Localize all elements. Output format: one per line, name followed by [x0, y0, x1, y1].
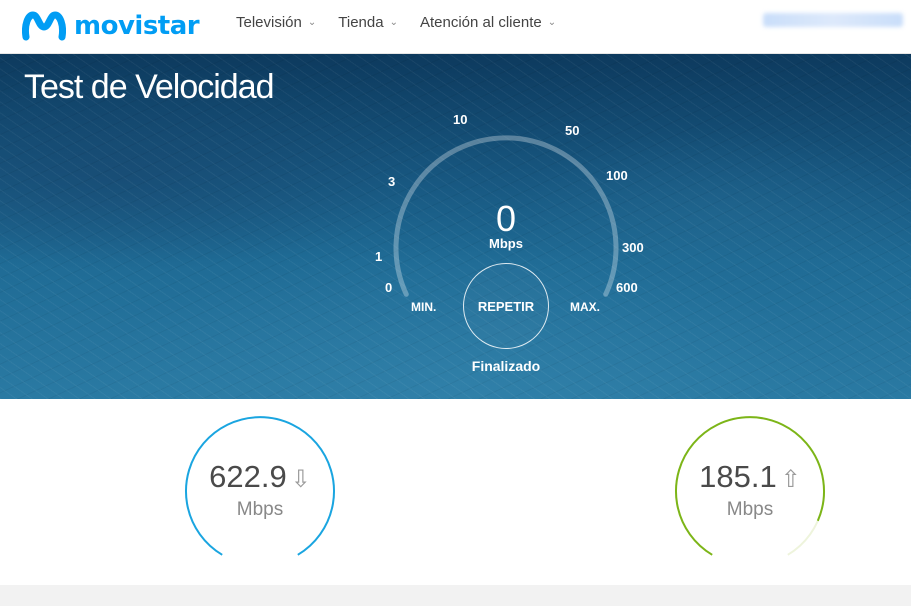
- movistar-logo[interactable]: movistar: [22, 6, 200, 46]
- nav-item-tienda[interactable]: Tienda ⌄: [338, 14, 398, 31]
- upload-result: 185.1 ⇧ Mbps: [674, 415, 826, 567]
- gauge-max-label: MAX.: [570, 300, 600, 314]
- brand-name: movistar: [74, 11, 200, 41]
- scale-label-100: 100: [606, 168, 628, 183]
- repeat-test-button[interactable]: REPETIR: [463, 263, 549, 349]
- upload-speed: 185.1: [699, 459, 777, 494]
- nav-item-label: Tienda: [338, 14, 384, 31]
- main-nav: Televisión ⌄ Tienda ⌄ Atención al client…: [236, 14, 556, 31]
- nav-item-television[interactable]: Televisión ⌄: [236, 14, 316, 31]
- scale-label-0: 0: [385, 280, 393, 295]
- top-navigation-bar: movistar Televisión ⌄ Tienda ⌄ Atención …: [0, 0, 911, 54]
- scale-label-600: 600: [616, 280, 638, 295]
- arrow-down-icon: ⇩: [290, 466, 311, 493]
- speed-test-hero: Test de Velocidad 0 1 3 10 50 100 300 60…: [0, 54, 911, 399]
- account-link-blurred[interactable]: [763, 13, 903, 27]
- download-speed: 622.9: [209, 459, 287, 494]
- results-panel: 622.9 ⇩ Mbps 185.1 ⇧ Mbps: [0, 399, 911, 585]
- test-status: Finalizado: [471, 358, 541, 374]
- arrow-up-icon: ⇧: [780, 466, 801, 493]
- download-result: 622.9 ⇩ Mbps: [184, 415, 336, 567]
- nav-item-atencion-cliente[interactable]: Atención al cliente ⌄: [420, 14, 556, 31]
- scale-label-3: 3: [388, 174, 396, 189]
- chevron-down-icon: ⌄: [547, 17, 557, 28]
- footer-band: [0, 585, 911, 606]
- download-value: 622.9 ⇩: [184, 459, 336, 495]
- movistar-m-icon: [22, 11, 66, 41]
- gauge-min-label: MIN.: [411, 300, 437, 314]
- repeat-button-label: REPETIR: [477, 298, 535, 314]
- chevron-down-icon: ⌄: [389, 17, 398, 28]
- nav-item-label: Atención al cliente: [419, 14, 542, 31]
- upload-unit: Mbps: [726, 499, 774, 520]
- download-unit: Mbps: [236, 499, 284, 520]
- scale-label-300: 300: [622, 240, 644, 255]
- scale-label-50: 50: [565, 123, 580, 138]
- scale-label-10: 10: [453, 112, 468, 127]
- upload-value: 185.1 ⇧: [674, 459, 826, 495]
- chevron-down-icon: ⌄: [307, 17, 317, 28]
- current-speed-unit: Mbps: [489, 236, 523, 251]
- current-speed-value: 0: [495, 198, 517, 239]
- speed-gauge: 0 1 3 10 50 100 300 600 MIN. MAX. 0 Mbps…: [0, 54, 911, 399]
- nav-item-label: Televisión: [236, 14, 302, 31]
- scale-label-1: 1: [375, 249, 383, 264]
